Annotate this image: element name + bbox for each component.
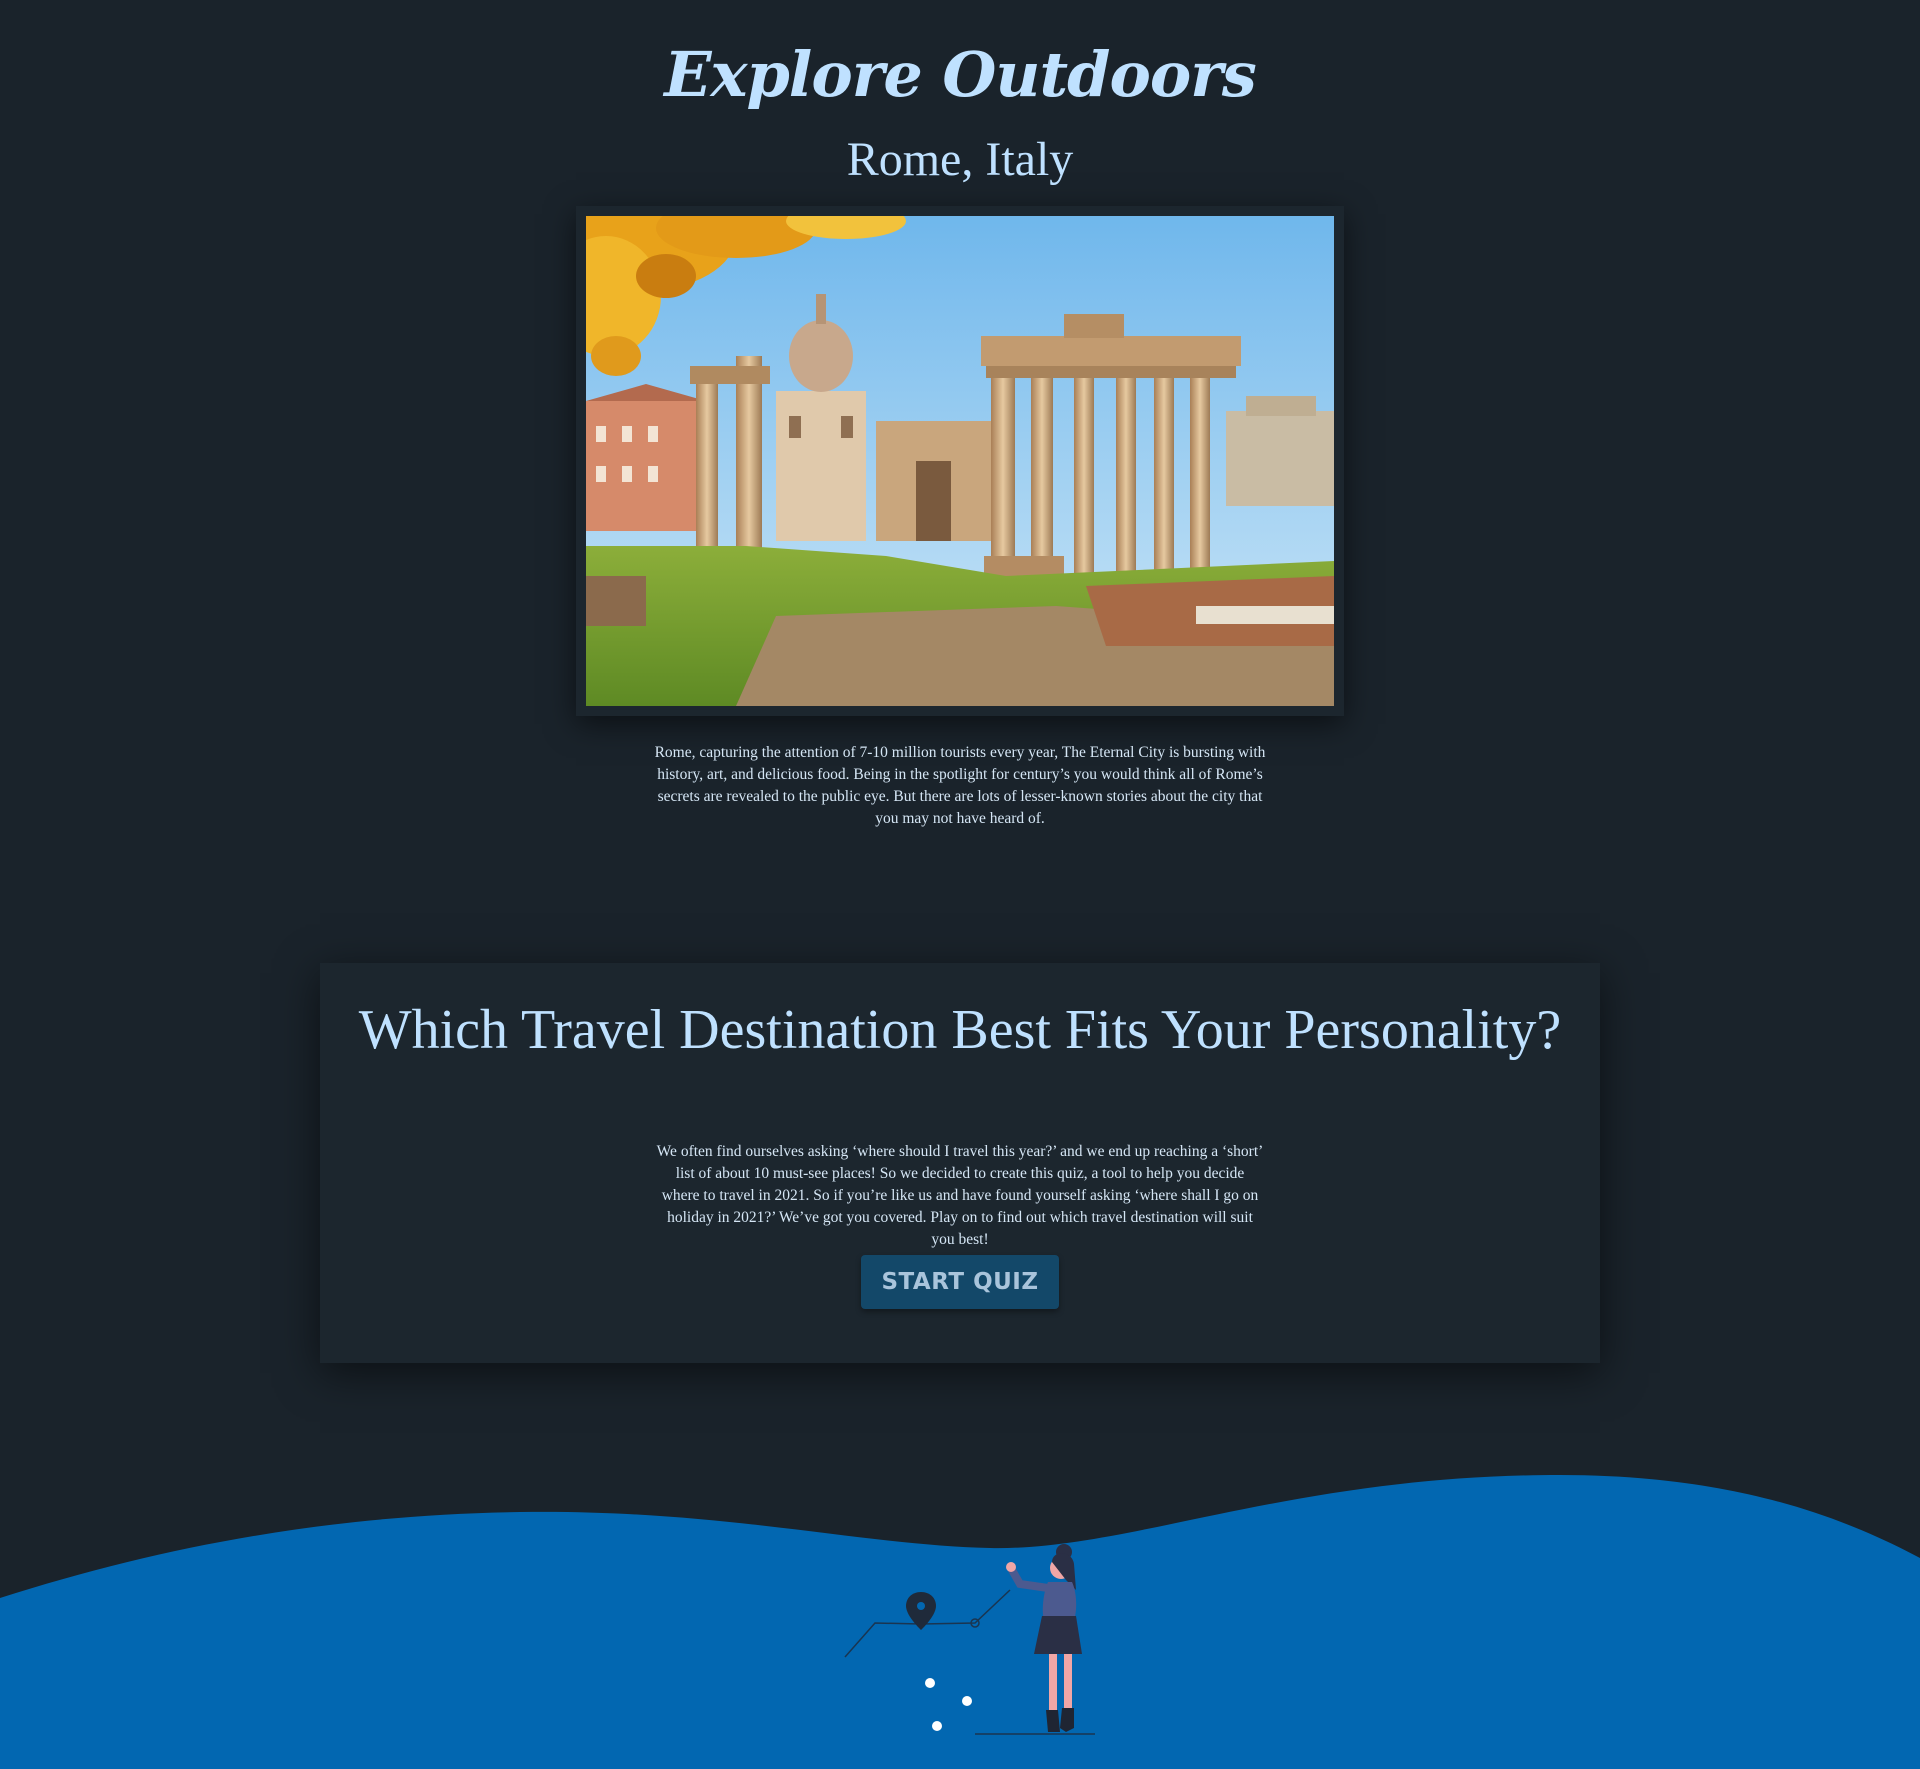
rome-forum-photo	[586, 216, 1334, 706]
site-title: Explore Outdoors	[664, 38, 1257, 111]
hero-image-frame	[576, 206, 1344, 716]
footer-wave	[0, 1440, 1920, 1769]
quiz-title: Which Travel Destination Best Fits Your …	[358, 999, 1562, 1061]
quiz-description: We often find ourselves asking ‘where sh…	[656, 1143, 1264, 1248]
quiz-card: Which Travel Destination Best Fits Your …	[320, 963, 1600, 1363]
start-quiz-button[interactable]: START QUIZ	[861, 1255, 1059, 1309]
city-title: Rome, Italy	[846, 133, 1074, 186]
city-description: Rome, capturing the attention of 7-10 mi…	[654, 744, 1266, 827]
